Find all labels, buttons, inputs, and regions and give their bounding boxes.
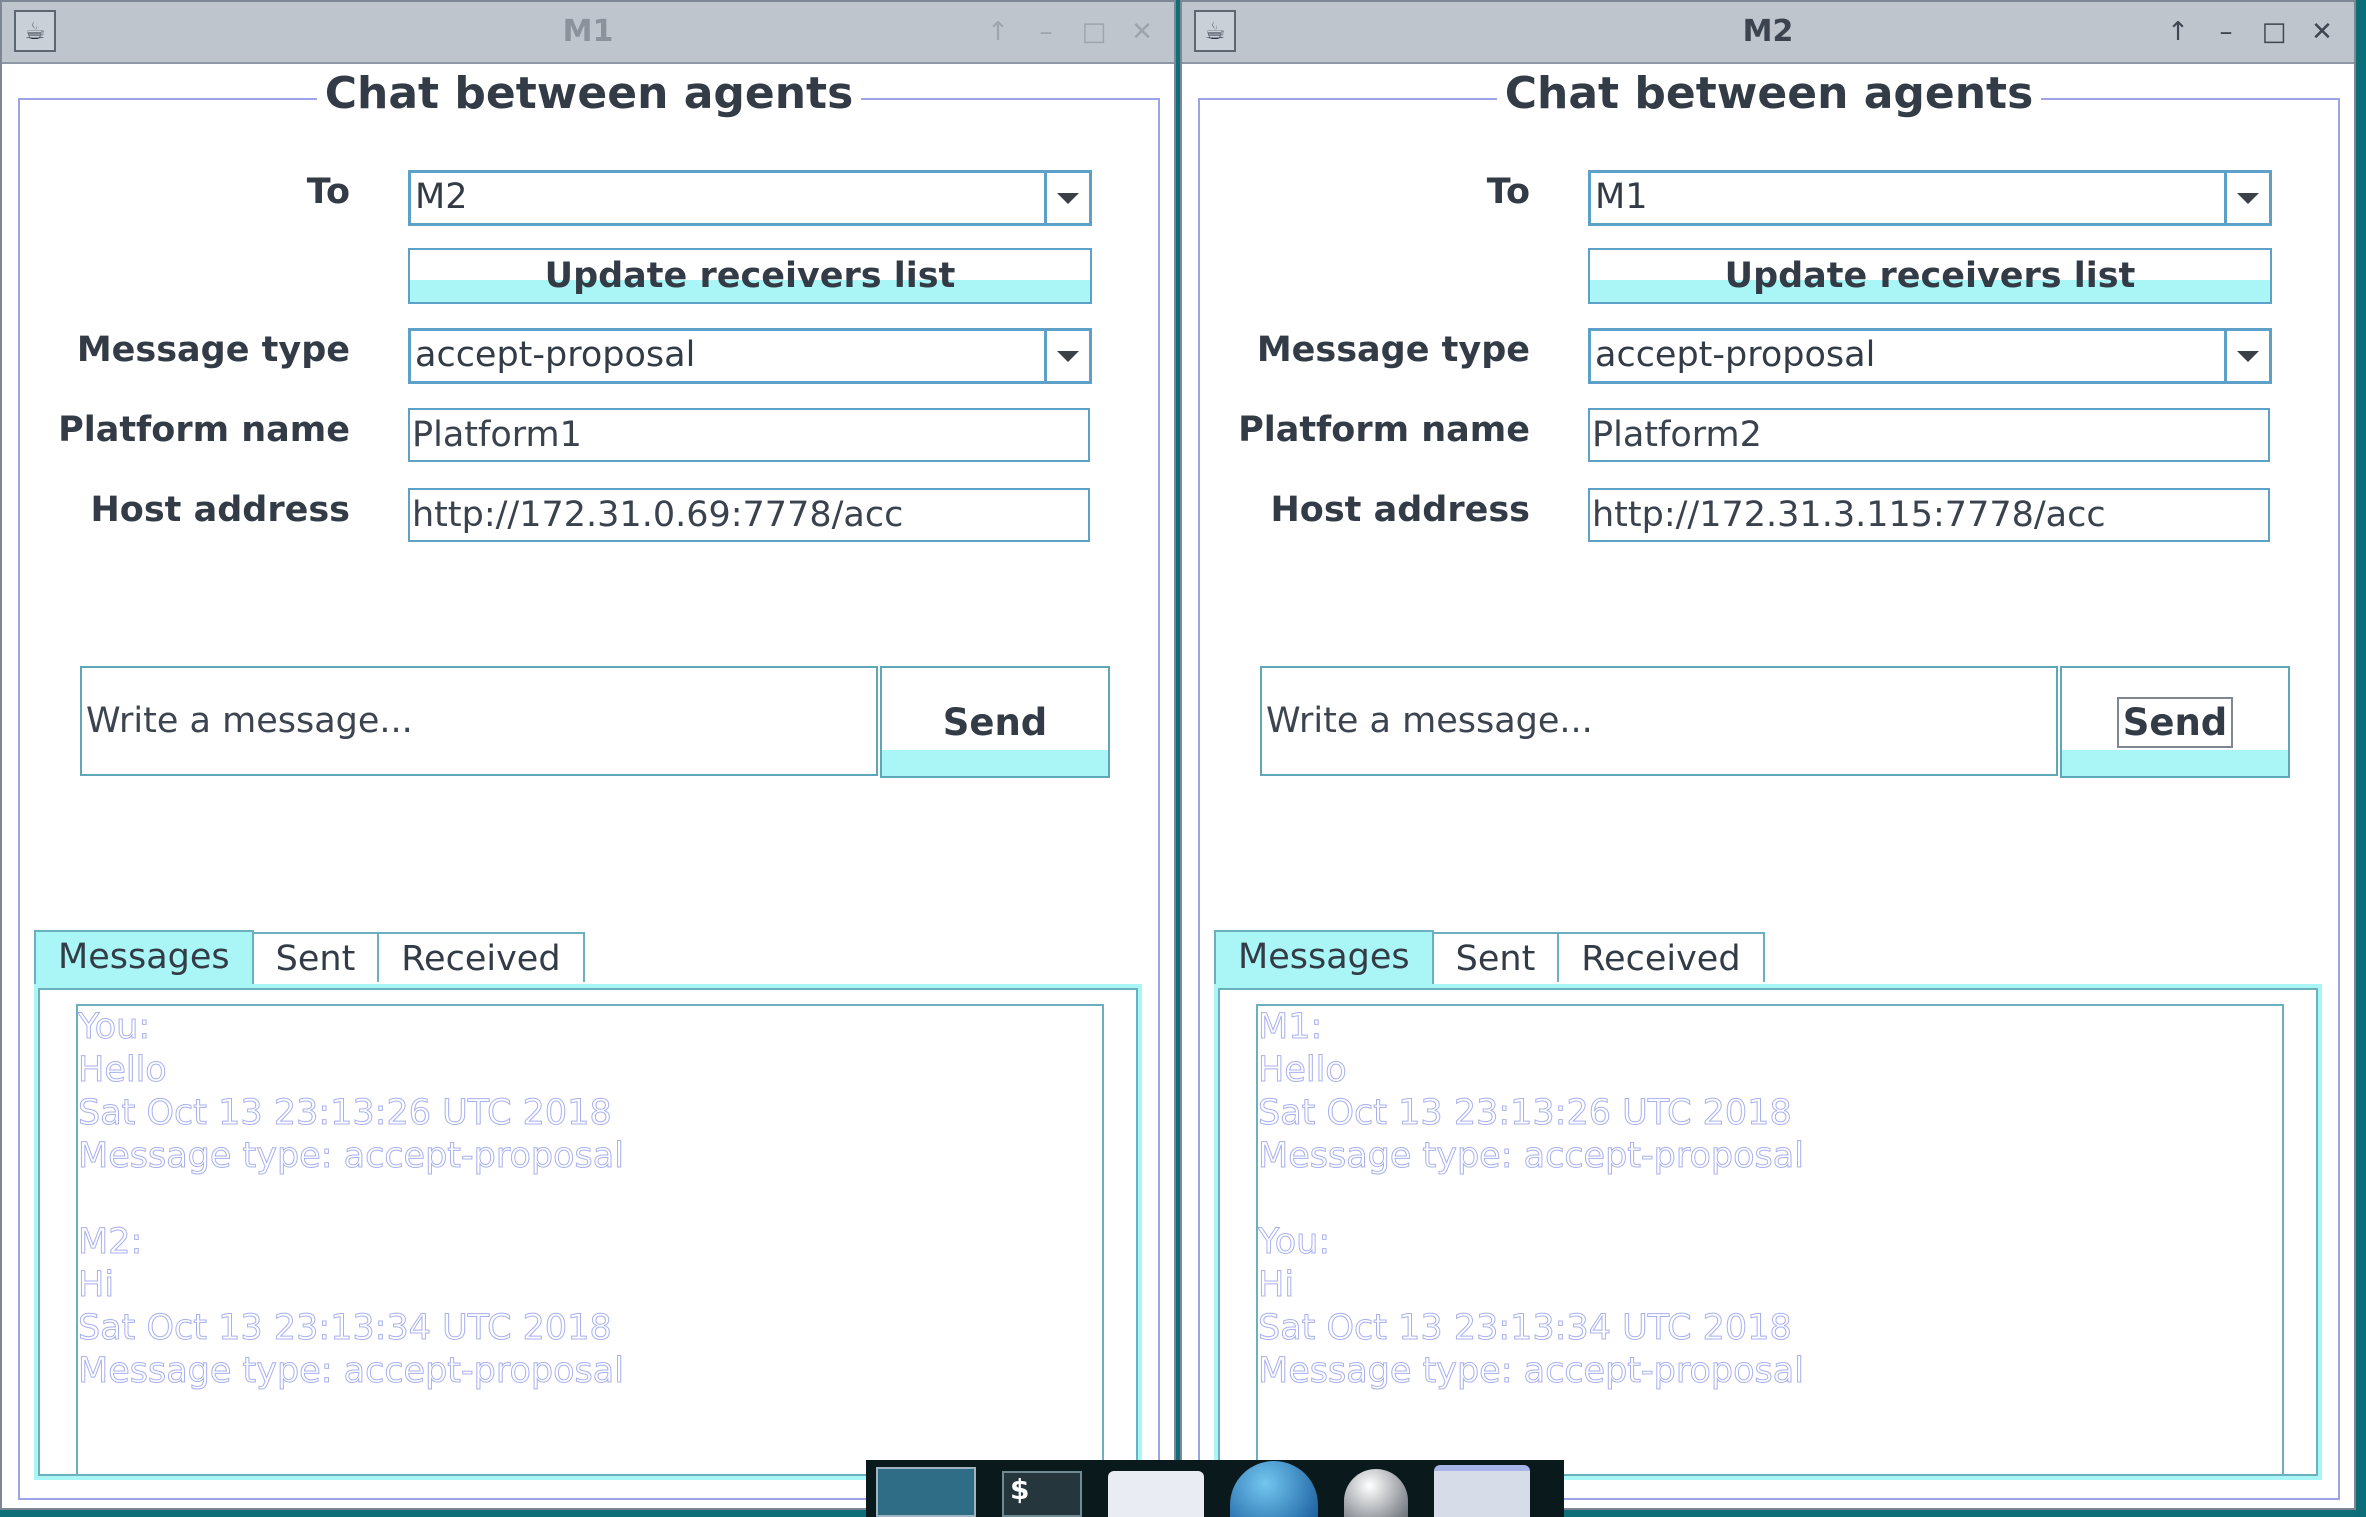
chevron-down-icon[interactable] (2224, 173, 2269, 223)
update-receivers-button[interactable]: Update receivers list (408, 248, 1092, 304)
to-label: To (306, 172, 350, 212)
message-line: Message type: accept-proposal (78, 1351, 624, 1392)
update-receivers-button[interactable]: Update receivers list (1588, 248, 2272, 304)
tab-sent[interactable]: Sent (1431, 932, 1560, 982)
message-line: You: (78, 1007, 151, 1048)
terminal-glyph: $ (1010, 1473, 1030, 1506)
to-value: M1 (1595, 177, 1648, 217)
message-line: Hi (1258, 1265, 1295, 1306)
tab-strip: Messages Sent Received (1214, 930, 1765, 984)
messages-area[interactable]: M1: Hello Sat Oct 13 23:13:26 UTC 2018 M… (1256, 1004, 2284, 1476)
to-combobox[interactable]: M2 (408, 170, 1092, 226)
desktop-edge (2356, 0, 2366, 1517)
tab-body: M1: Hello Sat Oct 13 23:13:26 UTC 2018 M… (1214, 984, 2322, 1480)
message-type-value: accept-proposal (415, 335, 696, 375)
chat-panel: Chat between agents To M1 Update receive… (1198, 68, 2340, 1500)
send-button[interactable]: Send (2060, 666, 2290, 778)
ball-icon[interactable] (1344, 1469, 1408, 1517)
platform-name-field[interactable]: Platform1 (408, 408, 1090, 462)
message-line: Sat Oct 13 23:13:34 UTC 2018 (1258, 1308, 1792, 1349)
message-line: Hello (78, 1050, 167, 1091)
host-address-label: Host address (90, 490, 350, 530)
titlebar[interactable]: ☕ M1 ↑ – □ ✕ (2, 2, 1174, 64)
message-line (78, 1178, 1102, 1221)
message-type-combobox[interactable]: accept-proposal (408, 328, 1092, 384)
message-line: Message type: accept-proposal (78, 1136, 624, 1177)
message-type-label: Message type (76, 330, 350, 370)
tab-received[interactable]: Received (377, 932, 585, 982)
message-line: Message type: accept-proposal (1258, 1351, 1804, 1392)
titlebar[interactable]: ☕ M2 ↑ – □ ✕ (1182, 2, 2354, 64)
shade-icon[interactable]: ↑ (974, 10, 1022, 54)
message-line: Sat Oct 13 23:13:26 UTC 2018 (78, 1093, 612, 1134)
window-m2: ☕ M2 ↑ – □ ✕ Chat between agents To M1 U… (1180, 0, 2356, 1510)
message-line: Sat Oct 13 23:13:26 UTC 2018 (1258, 1093, 1792, 1134)
close-icon[interactable]: ✕ (1118, 10, 1166, 54)
host-address-label: Host address (1270, 490, 1530, 530)
platform-name-label: Platform name (58, 410, 350, 450)
message-type-combobox[interactable]: accept-proposal (1588, 328, 2272, 384)
panel-title: Chat between agents (1496, 68, 2042, 119)
messages-area[interactable]: You: Hello Sat Oct 13 23:13:26 UTC 2018 … (76, 1004, 1104, 1476)
maximize-icon[interactable]: □ (2250, 10, 2298, 54)
globe-icon[interactable] (1230, 1461, 1318, 1517)
tab-messages[interactable]: Messages (1214, 930, 1434, 984)
chevron-down-icon[interactable] (1044, 173, 1089, 223)
minimize-icon[interactable]: – (2202, 10, 2250, 54)
tab-sent[interactable]: Sent (251, 932, 380, 982)
to-combobox[interactable]: M1 (1588, 170, 2272, 226)
to-label: To (1486, 172, 1530, 212)
message-line: Hi (78, 1265, 115, 1306)
chevron-down-icon[interactable] (2224, 331, 2269, 381)
folder-icon[interactable] (1108, 1471, 1204, 1517)
message-line: Hello (1258, 1050, 1347, 1091)
tab-body: You: Hello Sat Oct 13 23:13:26 UTC 2018 … (34, 984, 1142, 1480)
message-line: M1: (1258, 1007, 1323, 1048)
maximize-icon[interactable]: □ (1070, 10, 1118, 54)
host-address-field[interactable]: http://172.31.3.115:7778/acc (1588, 488, 2270, 542)
tab-received[interactable]: Received (1557, 932, 1765, 982)
message-line: Message type: accept-proposal (1258, 1136, 1804, 1177)
window-icon[interactable] (876, 1467, 976, 1517)
message-type-label: Message type (1256, 330, 1530, 370)
minimize-icon[interactable]: – (1022, 10, 1070, 54)
close-icon[interactable]: ✕ (2298, 10, 2346, 54)
folder-icon[interactable] (1434, 1465, 1530, 1517)
shade-icon[interactable]: ↑ (2154, 10, 2202, 54)
tab-strip: Messages Sent Received (34, 930, 585, 984)
message-input[interactable]: Write a message... (1260, 666, 2058, 776)
taskbar: $ (866, 1460, 1564, 1517)
message-line: You: (1258, 1222, 1331, 1263)
window-m1: ☕ M1 ↑ – □ ✕ Chat between agents To M2 U… (0, 0, 1176, 1510)
host-address-field[interactable]: http://172.31.0.69:7778/acc (408, 488, 1090, 542)
tab-messages[interactable]: Messages (34, 930, 254, 984)
chevron-down-icon[interactable] (1044, 331, 1089, 381)
message-line (1258, 1178, 2282, 1221)
platform-name-label: Platform name (1238, 410, 1530, 450)
message-line: M2: (78, 1222, 143, 1263)
terminal-icon[interactable]: $ (1002, 1471, 1082, 1517)
panel-title: Chat between agents (316, 68, 862, 119)
platform-name-field[interactable]: Platform2 (1588, 408, 2270, 462)
send-label: Send (2116, 696, 2234, 748)
message-input[interactable]: Write a message... (80, 666, 878, 776)
chat-panel: Chat between agents To M2 Update receive… (18, 68, 1160, 1500)
send-label: Send (942, 700, 1048, 744)
send-button[interactable]: Send (880, 666, 1110, 778)
message-type-value: accept-proposal (1595, 335, 1876, 375)
to-value: M2 (415, 177, 468, 217)
message-line: Sat Oct 13 23:13:34 UTC 2018 (78, 1308, 612, 1349)
